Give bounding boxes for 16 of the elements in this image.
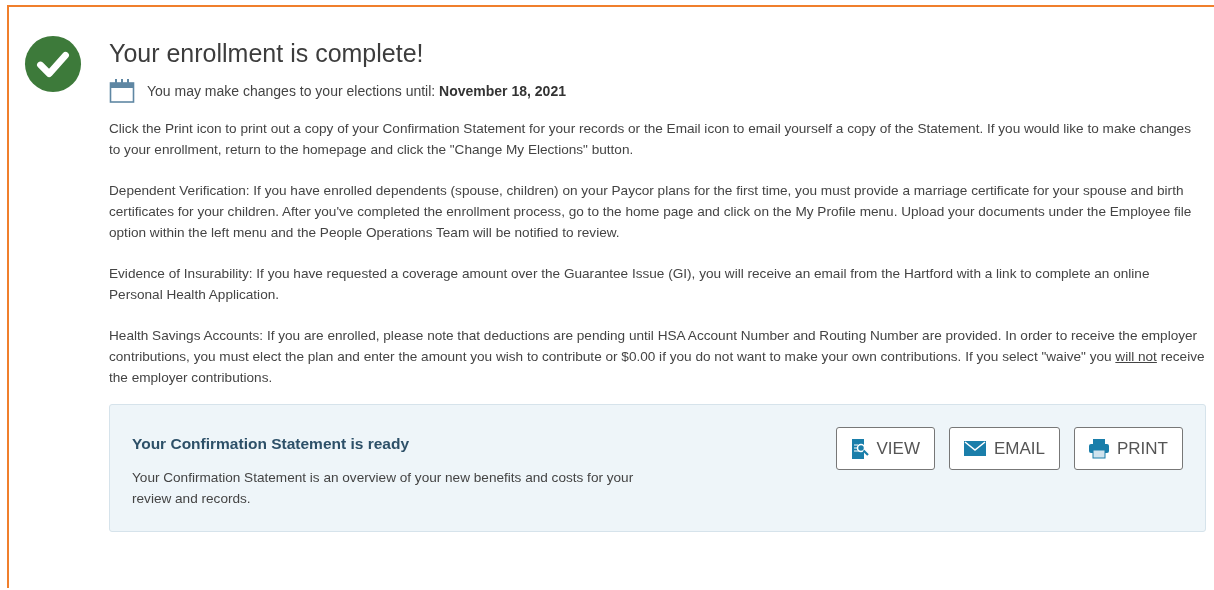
info-paragraph: Dependent Verification: If you have enrolled dependents (spouse, children) on your Paycor plans for the first time, you must provide a marriage certificate for your spouse and birth certificates for your children. After you've completed the enrollment process, go to the home page and click on the My Profile menu. Upload your documents under the Employee file option within the left menu and the People Operations Team will be notified to review. <box>109 182 1193 242</box>
envelope-icon <box>963 441 986 456</box>
view-button[interactable]: VIEW <box>835 427 935 470</box>
info-paragraph: Evidence of Insurability: If you have requested a coverage amount over the Guarantee Issue (GI), you will receive an email from the Hartford with a link to complete an online Personal Health Application. <box>109 265 1151 304</box>
printer-icon <box>1089 438 1109 459</box>
print-button[interactable]: PRINT <box>1074 427 1183 470</box>
statement-title: Your Confirmation Statement is ready <box>132 435 411 453</box>
document-search-icon <box>850 438 869 459</box>
page-title: Your enrollment is complete! <box>109 39 425 68</box>
success-check-icon <box>24 35 82 93</box>
info-paragraph: Health Savings Accounts: If you are enrolled, please note that deductions are pending until HSA Account Number and Routing Number are provided. In order to receive the employer contributions, you must elect the plan and enter the amount you wish to contribute or $0.00 if you do not want to make your own contributions. If you select "waive" you will not receive the employer contributions. <box>109 327 1206 387</box>
deadline-text: You may make changes to your elections until: November 18, 2021 <box>147 83 566 99</box>
calendar-icon <box>109 78 135 104</box>
email-button[interactable]: EMAIL <box>948 427 1060 470</box>
info-paragraph: Click the Print icon to print out a copy of your Confirmation Statement for your records or the Email icon to email yourself a copy of the Statement. If you would like to make changes to your enrollment, return to the homepage and click the "Change My Elections" button. <box>109 120 1192 159</box>
statement-description: Your Confirmation Statement is an overview of your new benefits and costs for your review and records. <box>132 469 635 508</box>
